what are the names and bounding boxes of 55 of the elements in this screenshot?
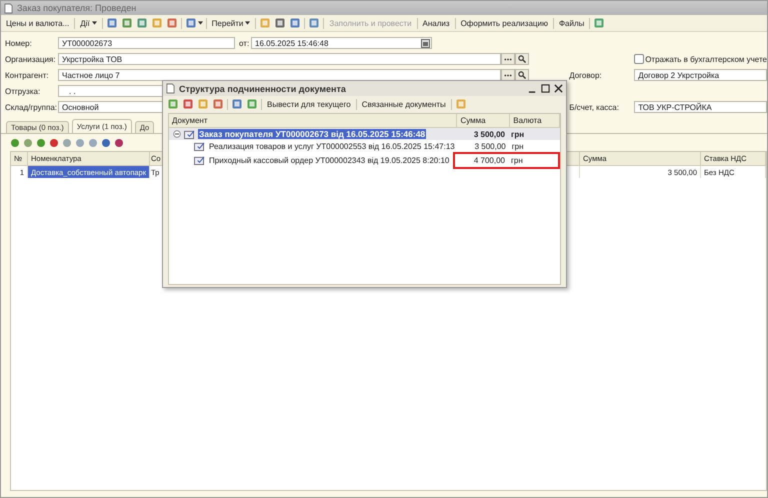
search-button[interactable]	[515, 53, 530, 65]
document-link[interactable]: Реализация товаров и услуг УТ000002553 від 16.05.2025 15:47:13	[208, 142, 456, 150]
field-label: Договор:	[569, 70, 603, 80]
select-button[interactable]	[501, 53, 516, 65]
select-button[interactable]	[501, 69, 516, 81]
date-field[interactable]: 16.05.2025 15:46:48	[251, 37, 432, 49]
tree-row[interactable]: Заказ покупателя УТ000002673 від 16.05.2025 15:46:48 3 500,00 грн	[169, 128, 560, 140]
organization-field[interactable]: Укрстройка ТОВ	[58, 53, 502, 65]
caret-icon	[198, 21, 203, 25]
document-link[interactable]: Заказ покупателя УТ000002673 від 16.05.2025 15:46:48	[198, 129, 426, 139]
search-button[interactable]	[515, 69, 530, 81]
currency-cell-text: грн	[510, 156, 524, 165]
toolbar-button[interactable]: Файлы	[556, 16, 588, 30]
calendar-icon[interactable]	[421, 38, 430, 48]
currency-cell-text: грн	[510, 130, 526, 138]
dots-icon	[504, 74, 512, 76]
document-link[interactable]: Приходный кассовый ордер УТ000002343 від 19.05.2025 8:20:10	[208, 156, 450, 165]
tree-row[interactable]: Реализация товаров и услуг УТ000002553 від 16.05.2025 15:47:13 3 500,00 грн	[169, 140, 560, 152]
window-title: Заказ покупателя: Проведен	[17, 3, 136, 13]
account-field[interactable]: ТОВ УКР-СТРОЙКА	[634, 101, 767, 113]
caret-icon	[92, 21, 97, 25]
maximize-icon[interactable]	[541, 84, 550, 93]
menu-button[interactable]: Цены и валюта...	[3, 16, 72, 30]
toolbar-button[interactable]: Вывести для текущего	[264, 97, 354, 111]
number-field[interactable]: УТ000002673	[58, 37, 235, 49]
close-icon[interactable]	[554, 84, 563, 93]
toolbar-button[interactable]: Оформить реализацию	[458, 16, 551, 30]
caret-icon	[245, 21, 250, 25]
column-header: Валюта	[510, 114, 560, 127]
amount-cell-text: 3 500,00	[474, 142, 507, 150]
checkbox-label: Отражать в бухгалтерском учете	[645, 54, 767, 64]
amount-cell-text: 4 700,00	[472, 156, 506, 165]
field-label: Номер:	[5, 38, 33, 48]
column-header: Документ	[169, 114, 458, 127]
field-label: Контрагент:	[5, 70, 50, 80]
currency-cell-text: грн	[510, 142, 525, 150]
menu-button[interactable]: Перейти	[208, 16, 254, 30]
menu-button[interactable]: Дії	[77, 16, 100, 30]
field-label: Б/счет, касса:	[569, 102, 620, 112]
toolbar-button[interactable]: Связанные документы	[358, 97, 449, 111]
field-label: от:	[239, 38, 250, 48]
collapse-icon[interactable]	[173, 130, 181, 138]
dialog-title: Структура подчиненности документа	[179, 84, 346, 94]
toolbar-button[interactable]: Анализ	[420, 16, 453, 30]
field-label: Склад/группа:	[5, 102, 58, 112]
tree-row[interactable]: Приходный кассовый ордер УТ000002343 від 19.05.2025 8:20:10 4 700,00 грн	[169, 152, 560, 169]
dots-icon	[504, 58, 512, 60]
dropdown-button[interactable]	[184, 16, 204, 30]
counterparty-field[interactable]: Частное лицо 7	[58, 69, 502, 81]
contract-field[interactable]: Договор 2 Укрстройка	[634, 69, 767, 81]
checkbox[interactable]	[634, 54, 644, 64]
field-label: Организация:	[5, 54, 56, 64]
field-label: Отгрузка:	[5, 86, 42, 96]
amount-cell-text: 3 500,00	[472, 130, 506, 138]
column-header: Сумма	[457, 114, 510, 127]
